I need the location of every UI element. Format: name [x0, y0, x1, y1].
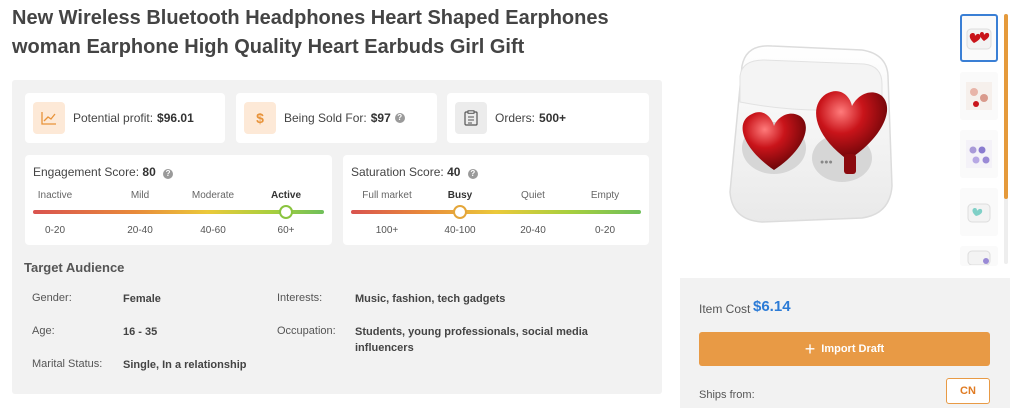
saturation-score-card: Saturation Score: 40 ? Full market Busy …	[343, 155, 649, 245]
info-icon[interactable]: ?	[394, 113, 405, 123]
age-value: 16 - 35	[123, 326, 158, 338]
age-label: Age:	[32, 325, 55, 337]
engagement-range: 40-60	[200, 225, 226, 236]
import-draft-button[interactable]: + Import Draft	[699, 332, 990, 366]
orders-card: Orders: 500+	[447, 93, 649, 143]
product-title-line1: New Wireless Bluetooth Headphones Heart …	[12, 7, 609, 29]
thumbnail-3[interactable]	[960, 130, 998, 178]
thumbnail-2[interactable]	[960, 72, 998, 120]
engagement-range: 0-20	[44, 225, 66, 236]
orders-value: 500+	[539, 111, 567, 125]
saturation-score-value: 40	[447, 165, 461, 179]
occupation-value: Students, young professionals, social me…	[355, 324, 588, 356]
svg-text:●●●: ●●●	[820, 159, 833, 166]
gender-label: Gender:	[32, 292, 72, 304]
engagement-range: 60+	[277, 225, 295, 236]
ships-from-country-button[interactable]: CN	[946, 378, 990, 404]
plus-icon: +	[804, 339, 816, 359]
gender-value: Female	[123, 293, 161, 305]
engagement-level-active: Active	[270, 190, 302, 201]
occupation-line: influencers	[355, 342, 414, 354]
saturation-level-full-market: Full market	[362, 190, 412, 201]
marital-status-label: Marital Status:	[32, 358, 103, 370]
engagement-score-card: Engagement Score: 80 ? Inactive Mild Mod…	[25, 155, 332, 245]
thumbnail-4[interactable]	[960, 188, 998, 236]
being-sold-for-card: $ Being Sold For: $97 ?	[236, 93, 437, 143]
purchase-panel: Item Cost $6.14 + Import Draft Ships fro…	[680, 278, 1010, 408]
saturation-score-label: Saturation Score:	[351, 165, 444, 179]
product-title-line2: woman Earphone High Quality Heart Earbud…	[12, 36, 525, 58]
engagement-level-mild: Mild	[130, 190, 150, 201]
product-title: New Wireless Bluetooth Headphones Heart …	[12, 4, 652, 62]
being-sold-for-value: $97	[370, 111, 391, 125]
target-audience-heading: Target Audience	[24, 260, 125, 275]
occupation-label: Occupation:	[277, 325, 336, 337]
item-cost-label: Item Cost	[699, 302, 751, 316]
chart-line-icon	[33, 102, 65, 134]
saturation-level-busy: Busy	[447, 190, 473, 201]
thumbnail-5[interactable]	[960, 246, 998, 266]
saturation-level-quiet: Quiet	[521, 190, 545, 201]
engagement-score-label: Engagement Score:	[33, 165, 140, 179]
potential-profit-label: Potential profit:	[73, 111, 154, 125]
interests-label: Interests:	[277, 292, 323, 304]
marital-status-value: Single, In a relationship	[123, 359, 247, 371]
saturation-range: 20-40	[520, 225, 546, 236]
engagement-level-inactive: Inactive	[37, 190, 73, 201]
being-sold-for-label: Being Sold For:	[284, 111, 367, 125]
engagement-level-moderate: Moderate	[191, 190, 235, 201]
engagement-score-title: Engagement Score: 80 ?	[33, 165, 174, 179]
dollar-icon: $	[244, 102, 276, 134]
clipboard-icon	[455, 102, 487, 134]
analytics-panel: Potential profit: $96.01 $ Being Sold Fo…	[12, 80, 662, 394]
engagement-range: 20-40	[127, 225, 153, 236]
item-cost-value: $6.14	[753, 298, 791, 315]
potential-profit-card: Potential profit: $96.01	[25, 93, 225, 143]
saturation-score-bar	[351, 210, 641, 214]
thumbnail-scrollbar-thumb[interactable]	[1004, 14, 1008, 199]
orders-label: Orders:	[495, 111, 536, 125]
thumbnail-1[interactable]	[960, 14, 998, 62]
saturation-level-empty: Empty	[590, 190, 620, 201]
interests-value: Music, fashion, tech gadgets	[355, 293, 506, 305]
info-icon[interactable]: ?	[163, 169, 174, 179]
saturation-range: 100+	[375, 225, 399, 236]
product-main-image[interactable]: ●●●	[712, 36, 912, 232]
occupation-line: Students, young professionals, social me…	[355, 326, 588, 338]
saturation-range: 0-20	[594, 225, 616, 236]
saturation-score-title: Saturation Score: 40 ?	[351, 165, 478, 179]
engagement-score-value: 80	[142, 165, 156, 179]
saturation-score-marker	[453, 205, 467, 219]
engagement-score-marker	[279, 205, 293, 219]
ships-from-label: Ships from:	[699, 389, 755, 401]
import-draft-label: Import Draft	[821, 343, 885, 355]
saturation-range: 40-100	[444, 225, 476, 236]
info-icon[interactable]: ?	[467, 169, 478, 179]
potential-profit-value: $96.01	[157, 111, 194, 125]
